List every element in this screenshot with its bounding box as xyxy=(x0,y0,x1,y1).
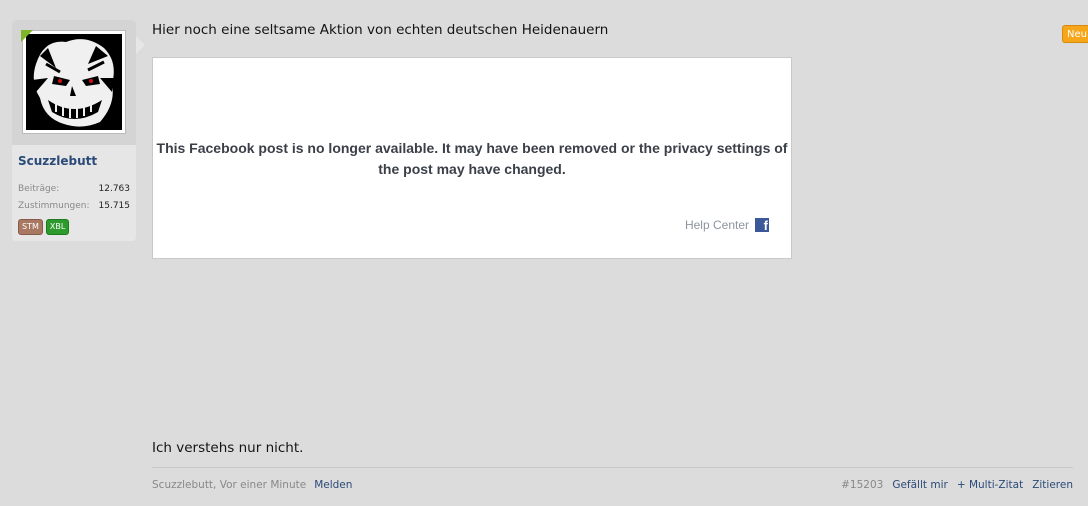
speech-arrow xyxy=(136,36,145,54)
post-number-link[interactable]: #15203 xyxy=(841,479,883,491)
avatar-container xyxy=(12,20,136,145)
report-link[interactable]: Melden xyxy=(314,479,352,491)
username-link[interactable]: Scuzzlebutt xyxy=(18,154,97,168)
help-center-link[interactable]: Help Center xyxy=(685,218,749,232)
stat-value-posts: 12.763 xyxy=(98,184,131,194)
avatar-image xyxy=(26,34,122,130)
user-info: Scuzzlebutt Beiträge: 12.763 Zustimmunge… xyxy=(12,20,145,241)
facebook-embed: This Facebook post is no longer availabl… xyxy=(152,57,792,259)
like-button[interactable]: Gefällt mir xyxy=(892,479,947,491)
stat-value-likes: 15.715 xyxy=(98,201,131,211)
avatar[interactable] xyxy=(22,30,126,134)
online-status-icon xyxy=(21,30,33,42)
post-text: Hier noch eine seltsame Aktion von echte… xyxy=(152,22,609,38)
badge-xbl[interactable]: XBL xyxy=(45,219,70,235)
user-badges: STM XBL xyxy=(18,219,70,235)
multi-quote-button[interactable]: + Multi-Zitat xyxy=(957,479,1023,491)
badge-stm[interactable]: STM xyxy=(18,219,43,235)
post-footer-divider xyxy=(152,467,1073,468)
post-meta: Scuzzlebutt, Vor einer Minute Melden xyxy=(152,479,352,491)
stat-label-posts: Beiträge: xyxy=(18,184,60,194)
forum-post: Scuzzlebutt Beiträge: 12.763 Zustimmunge… xyxy=(0,0,1088,506)
joker-avatar-icon xyxy=(26,34,122,130)
post-actions: #15203 Gefällt mir + Multi-Zitat Zitiere… xyxy=(841,479,1073,491)
stat-label-likes: Zustimmungen: xyxy=(18,201,90,211)
post-author-time[interactable]: Scuzzlebutt, Vor einer Minute xyxy=(152,479,306,491)
post-text-second: Ich verstehs nur nicht. xyxy=(152,440,304,456)
facebook-icon[interactable]: f xyxy=(755,218,769,232)
facebook-unavailable-message: This Facebook post is no longer availabl… xyxy=(156,140,788,177)
quote-button[interactable]: Zitieren xyxy=(1032,479,1073,491)
new-post-badge: Neu xyxy=(1062,25,1088,43)
facebook-help-center[interactable]: Help Center f xyxy=(685,218,769,232)
